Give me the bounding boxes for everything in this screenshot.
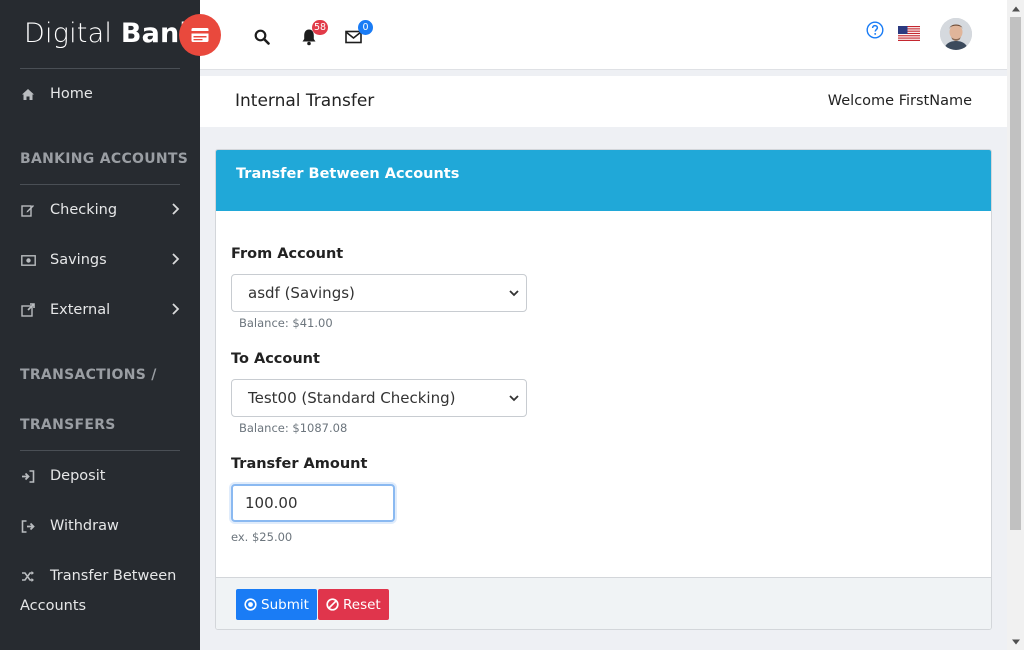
card-header: Transfer Between Accounts — [216, 150, 991, 211]
chevron-down-icon — [509, 290, 519, 297]
welcome-message: Welcome FirstName — [827, 93, 972, 109]
credit-card-icon — [191, 27, 209, 43]
chevron-right-icon — [172, 203, 180, 215]
brand-name-light: Digital — [24, 18, 113, 49]
scroll-down-arrow-icon[interactable] — [1007, 633, 1024, 650]
reset-label: Reset — [343, 596, 381, 613]
transfer-amount-help: ex. $25.00 — [231, 530, 293, 544]
sidebar-item-label-cont: Accounts — [20, 598, 87, 614]
reset-button[interactable]: Reset — [318, 589, 389, 620]
sidebar-item-external[interactable]: External — [20, 295, 190, 325]
to-account-label: To Account — [231, 351, 320, 367]
page-scrollbar[interactable] — [1007, 0, 1024, 650]
brand-logo[interactable]: Digital Bank — [24, 18, 198, 49]
avatar[interactable] — [940, 18, 972, 50]
sidebar-item-checking[interactable]: Checking — [20, 195, 190, 225]
sidebar-divider — [20, 450, 180, 451]
sidebar-item-deposit[interactable]: Deposit — [20, 461, 190, 491]
card-footer: Submit Reset — [216, 577, 991, 629]
submit-button[interactable]: Submit — [236, 589, 317, 620]
sign-out-icon — [20, 518, 36, 534]
sidebar-section-transactions: TRANSACTIONS / — [20, 367, 157, 383]
sidebar-item-label: Withdraw — [50, 518, 119, 534]
to-account-value: Test00 (Standard Checking) — [248, 389, 456, 407]
sidebar-item-label: Deposit — [50, 468, 106, 484]
sidebar-item-label: Transfer Between — [50, 568, 177, 584]
page-title: Internal Transfer — [235, 91, 375, 111]
sidebar-divider — [20, 68, 180, 69]
transfer-card: Transfer Between Accounts From Account a… — [215, 149, 992, 630]
sidebar-item-label: Home — [50, 86, 93, 102]
from-account-select[interactable]: asdf (Savings) — [231, 274, 527, 312]
us-flag-icon[interactable] — [898, 25, 920, 41]
home-icon — [20, 86, 36, 102]
random-icon — [20, 568, 36, 584]
sidebar-item-label: External — [50, 302, 111, 318]
sidebar-section-banking: BANKING ACCOUNTS — [20, 151, 189, 167]
notifications-badge: 58 — [312, 20, 329, 35]
chevron-right-icon — [172, 253, 180, 265]
chevron-right-icon — [172, 303, 180, 315]
sidebar-item-label: Checking — [50, 202, 118, 218]
external-link-icon — [20, 302, 36, 318]
sidebar-item-transfer[interactable]: Transfer Between Accounts — [20, 561, 190, 621]
to-account-select[interactable]: Test00 (Standard Checking) — [231, 379, 527, 417]
card-title: Transfer Between Accounts — [236, 166, 460, 182]
sidebar-section-transactions-cont: TRANSFERS — [20, 417, 116, 433]
sidebar-item-withdraw[interactable]: Withdraw — [20, 511, 190, 541]
transfer-amount-value: 100.00 — [245, 494, 298, 512]
search-icon[interactable] — [252, 27, 272, 47]
from-account-label: From Account — [231, 246, 344, 262]
top-header: 58 0 — [200, 0, 1007, 70]
ban-icon — [326, 598, 339, 611]
sidebar-item-label: Savings — [50, 252, 107, 268]
submit-label: Submit — [261, 596, 309, 613]
chevron-down-icon — [509, 395, 519, 402]
question-circle-icon[interactable] — [865, 20, 885, 40]
sidebar-divider — [20, 184, 180, 185]
transfer-amount-input[interactable]: 100.00 — [231, 484, 395, 522]
sidebar: Digital Bank Home BANKING ACCOUNTS Check… — [0, 0, 200, 650]
dot-circle-icon — [244, 598, 257, 611]
transfer-amount-label: Transfer Amount — [231, 456, 368, 472]
sidebar-toggle-button[interactable] — [179, 14, 221, 56]
sign-in-icon — [20, 468, 36, 484]
edit-icon — [20, 202, 36, 218]
messages-badge: 0 — [358, 20, 373, 35]
from-account-balance: Balance: $41.00 — [239, 316, 333, 330]
sidebar-item-home[interactable]: Home — [20, 79, 190, 109]
page-title-bar: Internal Transfer Welcome FirstName — [200, 76, 1007, 127]
to-account-balance: Balance: $1087.08 — [239, 421, 348, 435]
scrollbar-thumb[interactable] — [1010, 17, 1021, 530]
from-account-value: asdf (Savings) — [248, 284, 355, 302]
money-icon — [20, 252, 36, 268]
scroll-up-arrow-icon[interactable] — [1007, 0, 1024, 17]
sidebar-item-savings[interactable]: Savings — [20, 245, 190, 275]
